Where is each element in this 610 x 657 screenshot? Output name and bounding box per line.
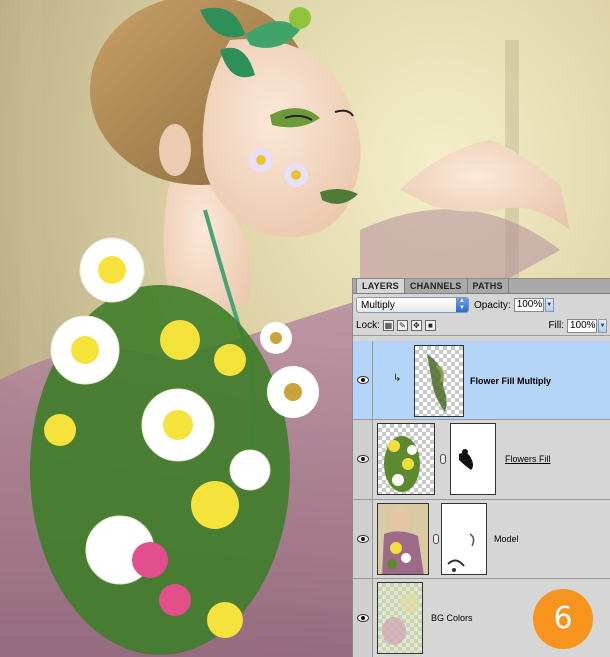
layer-name: Flower Fill Multiply bbox=[470, 376, 551, 386]
layer-thumbnail bbox=[377, 423, 435, 495]
visibility-column bbox=[353, 579, 373, 657]
opacity-dropdown-icon[interactable]: ▼ bbox=[544, 298, 554, 312]
visibility-column bbox=[353, 500, 373, 578]
opacity-input[interactable]: 100% bbox=[513, 298, 544, 312]
layer-name: BG Colors bbox=[431, 613, 473, 623]
opacity-label: Opacity: bbox=[474, 299, 511, 311]
fill-input[interactable]: 100% bbox=[567, 318, 597, 333]
lock-transparency-icon[interactable]: ▦ bbox=[382, 320, 394, 331]
blend-mode-select[interactable]: Multiply ▲ ▼ bbox=[356, 297, 469, 313]
mask-link-icon[interactable] bbox=[433, 534, 439, 544]
layer-row-model[interactable]: Model bbox=[353, 500, 610, 579]
tab-channels[interactable]: CHANNELS bbox=[405, 279, 468, 293]
eye-icon[interactable] bbox=[357, 455, 369, 463]
fill-dropdown-icon[interactable]: ▼ bbox=[598, 318, 607, 333]
lock-label: Lock: bbox=[356, 320, 380, 331]
tab-layers[interactable]: LAYERS bbox=[356, 279, 405, 293]
eye-icon[interactable] bbox=[357, 614, 369, 622]
step-number-badge: 6 bbox=[533, 589, 593, 649]
layer-mask-thumbnail[interactable] bbox=[441, 503, 487, 575]
lock-image-pixels-icon[interactable]: ✎ bbox=[396, 320, 408, 331]
layer-row-flowers-fill[interactable]: Flowers Fill bbox=[353, 420, 610, 500]
mask-link-icon[interactable] bbox=[440, 454, 446, 464]
layer-name: Model bbox=[494, 534, 519, 544]
layer-thumbnail bbox=[377, 582, 423, 654]
layer-row-flower-fill-multiply[interactable]: ↳ Flower Fill Multiply bbox=[353, 341, 610, 420]
fill-label: Fill: bbox=[548, 320, 564, 331]
layer-mask-thumbnail[interactable] bbox=[450, 423, 496, 495]
layer-thumbnail bbox=[414, 345, 464, 417]
tab-paths[interactable]: PATHS bbox=[468, 279, 509, 293]
eye-icon[interactable] bbox=[357, 535, 369, 543]
layer-name: Flowers Fill bbox=[505, 454, 551, 464]
lock-row: Lock: ▦ ✎ ✥ ■ Fill: 100% ▼ bbox=[353, 316, 610, 336]
eye-icon[interactable] bbox=[357, 376, 369, 384]
blend-row: Multiply ▲ ▼ Opacity: 100% ▼ bbox=[353, 294, 610, 316]
clipping-arrow-icon: ↳ bbox=[393, 373, 402, 384]
lock-position-icon[interactable]: ✥ bbox=[410, 320, 422, 331]
blend-mode-stepper-icon: ▲ ▼ bbox=[456, 298, 468, 312]
lock-all-icon[interactable]: ■ bbox=[424, 320, 436, 331]
blend-mode-value: Multiply bbox=[361, 299, 395, 311]
panel-tabbar: LAYERS CHANNELS PATHS bbox=[353, 279, 610, 294]
visibility-column bbox=[353, 420, 373, 499]
visibility-column bbox=[353, 341, 373, 419]
layer-thumbnail bbox=[377, 503, 429, 575]
